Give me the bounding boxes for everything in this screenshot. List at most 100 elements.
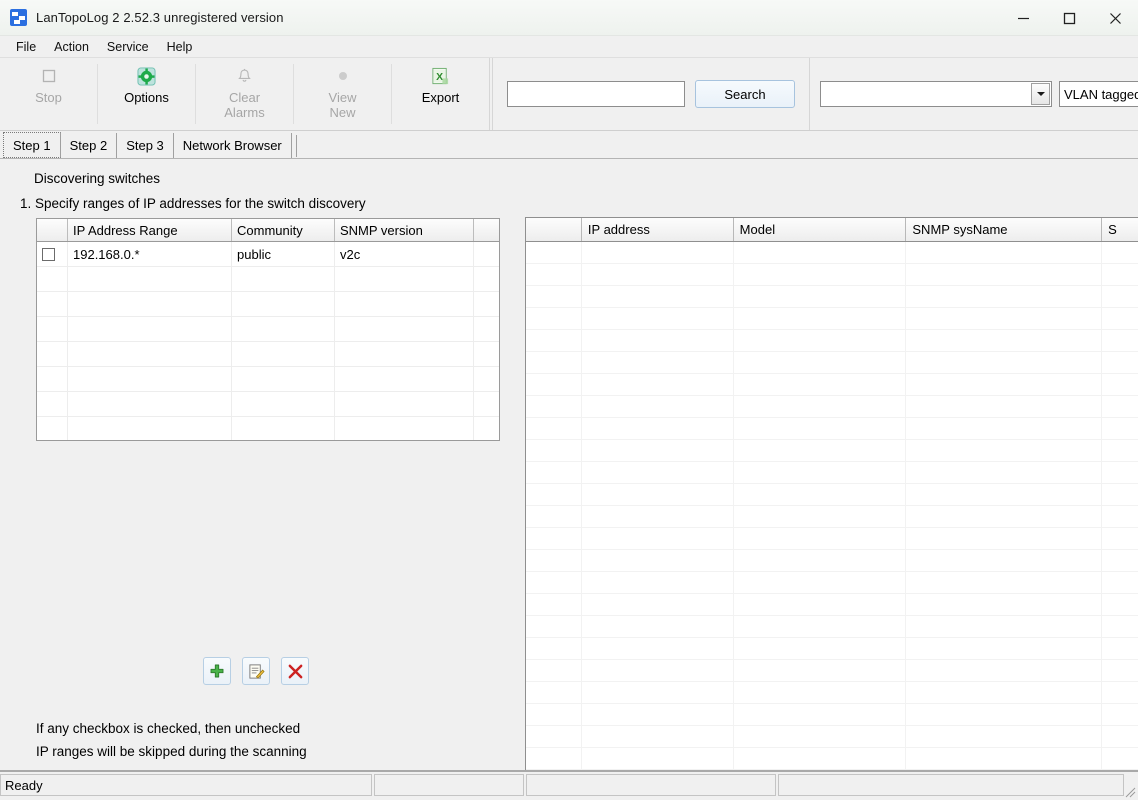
chevron-down-icon[interactable] (1031, 83, 1050, 105)
table-row-empty[interactable] (526, 264, 1138, 286)
table-row-empty[interactable] (526, 572, 1138, 594)
row-checkbox[interactable] (42, 247, 55, 261)
column-header-ip-address-range[interactable]: IP Address Range (68, 219, 232, 241)
table-row-empty[interactable] (526, 330, 1138, 352)
tab-network-browser[interactable]: Network Browser (173, 133, 292, 158)
table-row-empty[interactable] (526, 726, 1138, 748)
maximize-icon[interactable] (1046, 0, 1092, 36)
cell-ip-address-range[interactable]: 192.168.0.* (68, 242, 232, 266)
cell-empty (582, 418, 734, 439)
devices-table-header: IP address Model SNMP sysName S (526, 218, 1138, 242)
menu-item-service[interactable]: Service (98, 38, 158, 56)
cell-empty (906, 704, 1103, 725)
column-header-checkbox[interactable] (37, 219, 68, 241)
search-button[interactable]: Search (695, 80, 795, 108)
table-row-empty[interactable] (526, 594, 1138, 616)
export-button[interactable]: X Export (392, 58, 489, 130)
cell-empty (734, 572, 907, 593)
table-row-empty[interactable] (526, 682, 1138, 704)
table-row-empty[interactable] (526, 286, 1138, 308)
cell-empty (232, 292, 335, 316)
menu-item-help[interactable]: Help (158, 38, 202, 56)
cell-empty (68, 267, 232, 291)
table-row-empty[interactable] (526, 308, 1138, 330)
table-row-empty[interactable] (526, 638, 1138, 660)
clear-alarms-button[interactable]: Clear Alarms (196, 58, 293, 130)
filter-combo[interactable] (820, 81, 1052, 107)
table-row-empty[interactable] (526, 660, 1138, 682)
stop-square-icon (37, 65, 61, 87)
options-button[interactable]: Options (98, 58, 195, 130)
cell-empty (906, 440, 1103, 461)
ip-range-table[interactable]: IP Address Range Community SNMP version … (36, 218, 500, 441)
ip-range-table-header: IP Address Range Community SNMP version (37, 219, 499, 242)
table-row-empty[interactable] (37, 417, 499, 440)
table-row-empty[interactable] (526, 484, 1138, 506)
table-row-empty[interactable] (526, 704, 1138, 726)
resize-grip-icon[interactable] (1124, 786, 1136, 798)
cell-empty (526, 308, 582, 329)
tab-step-2[interactable]: Step 2 (60, 133, 118, 158)
column-header-spacer[interactable] (474, 219, 499, 241)
column-header-snmp-sysname[interactable]: SNMP sysName (906, 218, 1103, 241)
tab-step-3[interactable]: Step 3 (117, 133, 174, 158)
table-row-empty[interactable] (526, 616, 1138, 638)
table-row-empty[interactable] (37, 392, 499, 417)
table-row-empty[interactable] (526, 374, 1138, 396)
cell-empty (232, 417, 335, 440)
table-row-empty[interactable] (526, 418, 1138, 440)
cell-empty (526, 506, 582, 527)
cell-empty (1102, 286, 1138, 307)
cell-empty (906, 726, 1103, 747)
table-row-empty[interactable] (37, 342, 499, 367)
skip-note-line-2: IP ranges will be skipped during the sca… (36, 744, 307, 759)
minimize-icon[interactable] (1000, 0, 1046, 36)
edit-range-button[interactable] (242, 657, 270, 685)
add-range-button[interactable] (203, 657, 231, 685)
column-header-snmp-version[interactable]: SNMP version (335, 219, 474, 241)
cell-empty (335, 367, 474, 391)
table-row-empty[interactable] (37, 367, 499, 392)
cell-snmp-version[interactable]: v2c (335, 242, 474, 266)
column-header-community[interactable]: Community (232, 219, 335, 241)
table-row-empty[interactable] (526, 440, 1138, 462)
table-row-empty[interactable] (526, 550, 1138, 572)
column-header-snmp-syslocation[interactable]: S (1102, 218, 1138, 241)
ip-range-actions (203, 657, 309, 685)
cell-empty (734, 616, 907, 637)
vlan-field[interactable]: VLAN tagged p (1059, 81, 1138, 107)
menu-item-action[interactable]: Action (45, 38, 98, 56)
cell-empty (582, 726, 734, 747)
column-header-model[interactable]: Model (734, 218, 907, 241)
close-icon[interactable] (1092, 0, 1138, 36)
column-header-row-marker[interactable] (526, 218, 582, 241)
column-header-ip-address[interactable]: IP address (582, 218, 734, 241)
cell-empty (582, 528, 734, 549)
table-row-empty[interactable] (37, 292, 499, 317)
table-row[interactable]: 192.168.0.* public v2c (37, 242, 499, 267)
cell-empty (474, 267, 499, 291)
cell-empty (582, 484, 734, 505)
row-checkbox-cell[interactable] (37, 242, 68, 266)
table-row-empty[interactable] (526, 396, 1138, 418)
search-input[interactable] (507, 81, 685, 107)
menu-item-file[interactable]: File (7, 38, 45, 56)
cell-empty (734, 440, 907, 461)
cell-empty (335, 317, 474, 341)
tab-step-1[interactable]: Step 1 (3, 132, 61, 158)
cell-community[interactable]: public (232, 242, 335, 266)
table-row-empty[interactable] (37, 317, 499, 342)
stop-button[interactable]: Stop (0, 58, 97, 130)
discovered-devices-table[interactable]: IP address Model SNMP sysName S (525, 217, 1138, 800)
table-row-empty[interactable] (526, 528, 1138, 550)
table-row-empty[interactable] (526, 352, 1138, 374)
view-new-button[interactable]: View New (294, 58, 391, 130)
table-row-empty[interactable] (526, 506, 1138, 528)
table-row-empty[interactable] (37, 267, 499, 292)
table-row-empty[interactable] (526, 462, 1138, 484)
table-row-empty[interactable] (526, 242, 1138, 264)
table-row-empty[interactable] (526, 748, 1138, 770)
clear-alarms-label: Clear Alarms (224, 90, 264, 120)
cell-empty (1102, 748, 1138, 769)
delete-range-button[interactable] (281, 657, 309, 685)
